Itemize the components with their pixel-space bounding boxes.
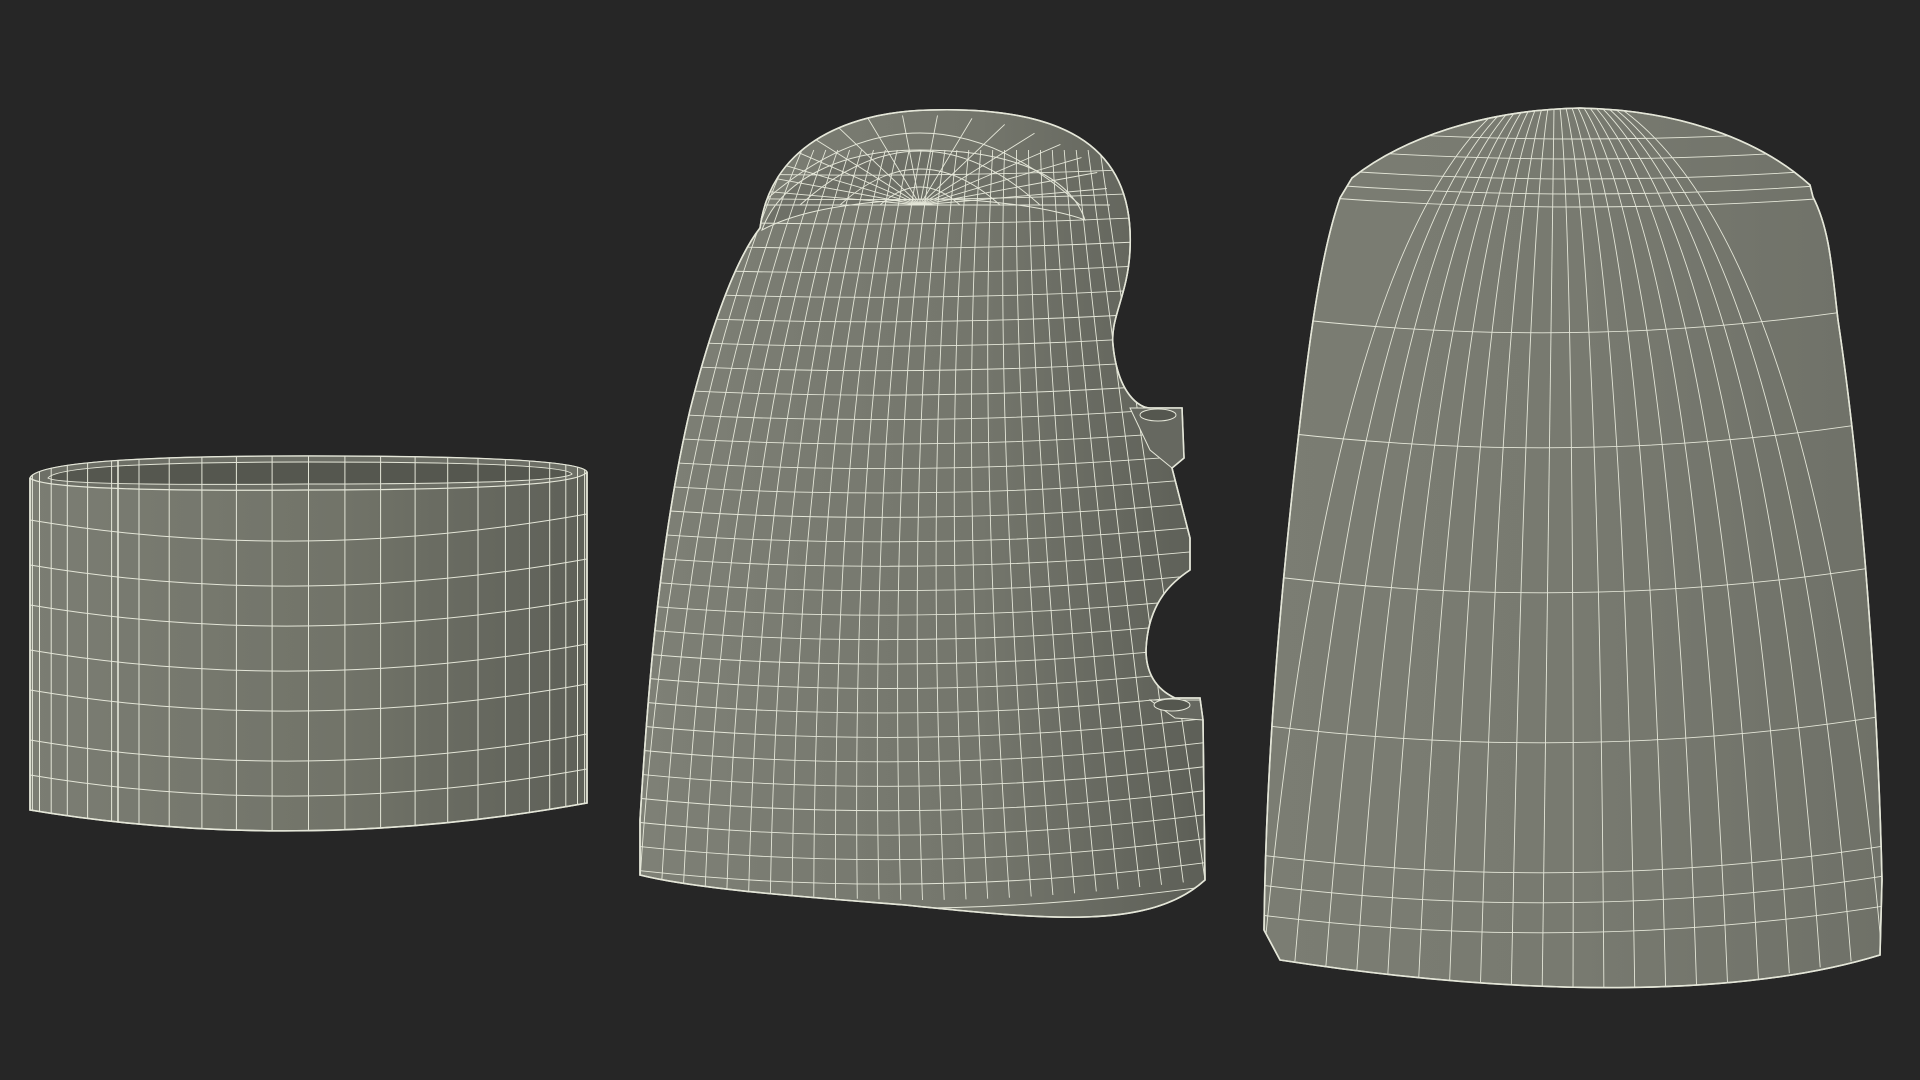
wireframe-render — [29, 107, 1883, 989]
curved-cap-object — [639, 108, 1206, 919]
dome-cap-object — [1263, 107, 1883, 989]
render-viewport — [0, 0, 1920, 1080]
ring-band-object — [29, 455, 588, 832]
